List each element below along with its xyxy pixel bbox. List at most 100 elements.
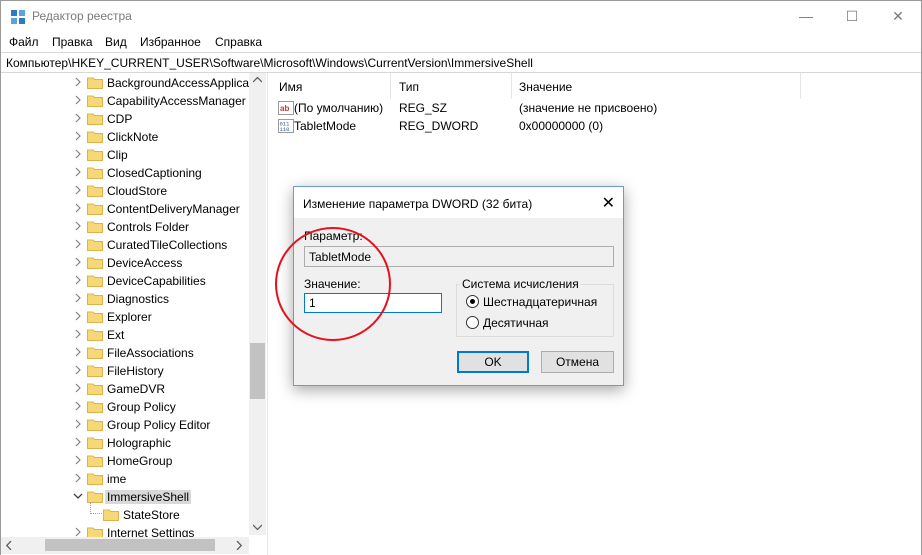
scroll-up-icon[interactable] [253,77,262,83]
chevron-right-icon[interactable] [73,112,83,124]
column-divider[interactable] [511,73,512,99]
chevron-right-icon[interactable] [73,436,83,448]
chevron-right-icon[interactable] [73,292,83,304]
string-value-icon: ab [278,101,294,115]
folder-icon [87,382,103,395]
column-type[interactable]: Тип [399,80,419,94]
tree-scroll-thumb[interactable] [250,343,265,399]
close-button[interactable]: ✕ [875,1,921,32]
chevron-right-icon[interactable] [73,130,83,142]
chevron-right-icon[interactable] [73,328,83,340]
tree-item-label: Clip [107,148,128,162]
value-data: 0x00000000 (0) [519,119,604,133]
tree-item[interactable]: DeviceCapabilities [1,272,249,290]
value-name: TabletMode [294,119,357,133]
window-title: Редактор реестра [32,9,132,23]
chevron-right-icon[interactable] [73,202,83,214]
tree-item[interactable]: BackgroundAccessApplica [1,74,249,92]
address-bar[interactable]: Компьютер\HKEY_CURRENT_USER\Software\Mic… [1,52,921,73]
chevron-right-icon[interactable] [73,310,83,322]
chevron-right-icon[interactable] [73,238,83,250]
value-data-input[interactable] [304,293,442,313]
chevron-right-icon[interactable] [73,472,83,484]
tree-item[interactable]: DeviceAccess [1,254,249,272]
value-row[interactable]: ab (По умолчанию) REG_SZ (значение не пр… [272,99,912,117]
tree-item[interactable]: ClosedCaptioning [1,164,249,182]
value-type: REG_DWORD [399,119,479,133]
chevron-right-icon[interactable] [73,166,83,178]
chevron-right-icon[interactable] [73,382,83,394]
tree-item[interactable]: Clip [1,146,249,164]
scroll-right-icon[interactable] [236,541,242,550]
chevron-right-icon[interactable] [73,220,83,232]
folder-icon [87,94,103,107]
maximize-button[interactable]: ☐ [829,1,875,32]
chevron-right-icon[interactable] [73,94,83,106]
dialog-title: Изменение параметра DWORD (32 бита) [303,197,533,211]
close-icon[interactable]: ✕ [602,193,615,213]
tree-item[interactable]: CapabilityAccessManager [1,92,249,110]
folder-icon [87,256,103,269]
tree-item[interactable]: FileAssociations [1,344,249,362]
chevron-right-icon[interactable] [73,184,83,196]
tree-item-label: Holographic [107,436,172,450]
tree-item[interactable]: Ext [1,326,249,344]
tree-item[interactable]: CuratedTileCollections [1,236,249,254]
chevron-right-icon[interactable] [73,364,83,376]
chevron-right-icon[interactable] [73,148,83,160]
tree-item[interactable]: ContentDeliveryManager [1,200,249,218]
tree-item[interactable]: Group Policy [1,398,249,416]
tree-item-label: BackgroundAccessApplica [107,76,250,90]
column-name[interactable]: Имя [279,80,302,94]
menu-help[interactable]: Справка [215,35,262,49]
chevron-right-icon[interactable] [73,400,83,412]
tree-item[interactable]: ImmersiveShell [1,488,249,506]
tree-item[interactable]: FileHistory [1,362,249,380]
chevron-right-icon[interactable] [73,256,83,268]
chevron-right-icon[interactable] [73,454,83,466]
tree-item[interactable]: Controls Folder [1,218,249,236]
value-label: Значение: [304,277,361,291]
menu-view[interactable]: Вид [105,35,127,49]
menu-edit[interactable]: Правка [52,35,93,49]
tree-item[interactable]: Group Policy Editor [1,416,249,434]
value-row[interactable]: 011 110 TabletMode REG_DWORD 0x00000000 … [272,117,912,135]
hexadecimal-label[interactable]: Шестнадцатеричная [483,295,597,309]
column-divider[interactable] [800,73,801,99]
tree-item[interactable]: StateStore [1,502,249,524]
ok-button[interactable]: OK [457,351,529,373]
chevron-down-icon[interactable] [73,490,83,502]
column-divider[interactable] [390,73,391,99]
radio-decimal[interactable] [466,316,479,329]
radio-hexadecimal[interactable] [466,295,479,308]
folder-icon [87,184,103,197]
tree-item[interactable]: ime [1,470,249,488]
decimal-label[interactable]: Десятичная [483,316,549,330]
tree-item[interactable]: CloudStore [1,182,249,200]
tree-item[interactable]: CDP [1,110,249,128]
tree-item[interactable]: Holographic [1,434,249,452]
tree-item[interactable]: GameDVR [1,380,249,398]
tree-item[interactable]: ClickNote [1,128,249,146]
chevron-right-icon[interactable] [73,274,83,286]
tree-item-label: DeviceAccess [107,256,183,270]
tree-item[interactable]: HomeGroup [1,452,249,470]
chevron-right-icon[interactable] [73,418,83,430]
menu-file[interactable]: Файл [9,35,39,49]
folder-icon [87,292,103,305]
chevron-right-icon[interactable] [73,76,83,88]
tree-item[interactable]: Explorer [1,308,249,326]
chevron-right-icon[interactable] [73,346,83,358]
tree-horizontal-scroll-thumb[interactable] [45,539,215,551]
scroll-left-icon[interactable] [6,541,12,550]
folder-icon [87,454,103,467]
tree-item-label: Group Policy [107,400,176,414]
tree-item[interactable]: Diagnostics [1,290,249,308]
column-data[interactable]: Значение [519,80,572,94]
radio-selected-dot [470,299,475,304]
cancel-button[interactable]: Отмена [541,351,614,373]
tree-vertical-scrollbar[interactable] [249,73,266,535]
scroll-down-icon[interactable] [253,524,262,530]
menu-favorites[interactable]: Избранное [140,35,201,49]
minimize-button[interactable]: — [783,1,829,32]
